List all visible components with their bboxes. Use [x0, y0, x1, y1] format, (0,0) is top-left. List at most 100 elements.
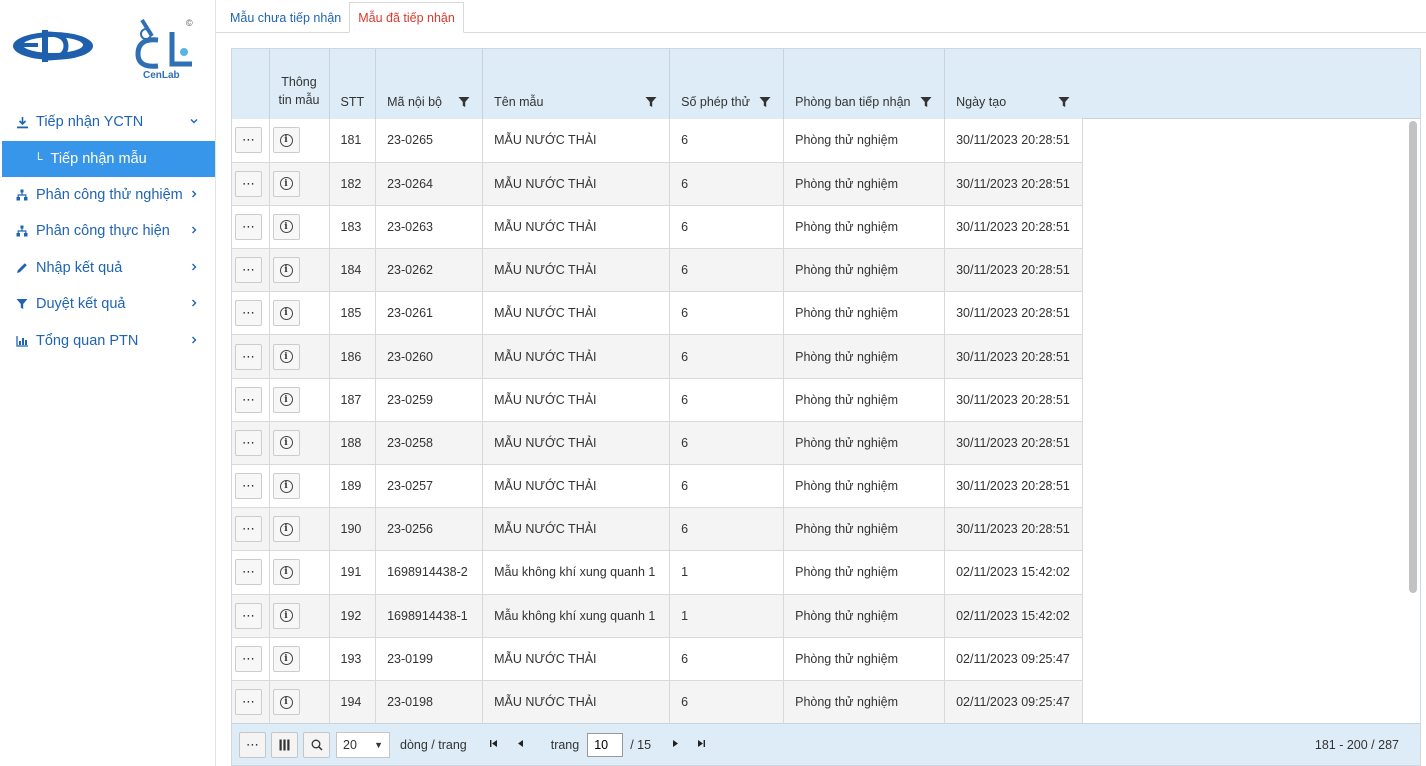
row-menu-button[interactable]: ⋯	[235, 689, 262, 716]
cell-date: 30/11/2023 20:28:51	[944, 378, 1084, 422]
prev-page-button[interactable]	[516, 739, 525, 751]
row-menu-button[interactable]: ⋯	[235, 257, 262, 284]
cell-tests: 6	[669, 119, 785, 163]
last-page-button[interactable]	[697, 739, 706, 751]
row-menu-button[interactable]: ⋯	[235, 645, 262, 672]
sample-grid: Thông tin mẫu STT Mã nội bộ Tên mẫu Số p…	[231, 48, 1421, 766]
filter-icon[interactable]	[759, 96, 771, 108]
sample-info-button[interactable]: i	[272, 689, 300, 716]
table-row[interactable]: ⋯ i 193 23-0199 MẪU NƯỚC THẢI 6 Phòng thử nghi…	[232, 637, 1084, 681]
filter-icon[interactable]	[645, 96, 657, 108]
row-menu-button[interactable]: ⋯	[235, 429, 262, 456]
row-menu-button[interactable]: ⋯	[235, 170, 262, 197]
sidebar-item-label: Nhập kết quả	[36, 259, 123, 276]
cell-code: 23-0259	[375, 378, 484, 422]
cell-code: 23-0260	[375, 334, 484, 379]
sample-info-button[interactable]: i	[272, 257, 300, 284]
sample-info-button[interactable]: i	[272, 602, 300, 629]
row-menu-button[interactable]: ⋯	[235, 127, 262, 154]
table-row[interactable]: ⋯ i 181 23-0265 MẪU NƯỚC THẢI 6 Phòng thử nghi…	[232, 119, 1084, 163]
table-row[interactable]: ⋯ i 182 23-0264 MẪU NƯỚC THẢI 6 Phòng thử nghi…	[232, 162, 1084, 206]
sample-info-button[interactable]: i	[272, 473, 300, 500]
info-icon: i	[279, 652, 293, 666]
pagination-bar: ⋯ 20 ▼ dòng / trang trang / 15	[232, 723, 1420, 765]
prev-page-icon	[517, 739, 523, 747]
table-row[interactable]: ⋯ i 192 1698914438-1 Mẫu không khí xung quan…	[232, 594, 1084, 638]
sidebar-item-tiep-nhan-mau[interactable]: └ Tiếp nhận mẫu	[2, 140, 215, 177]
table-row[interactable]: ⋯ i 190 23-0256 MẪU NƯỚC THẢI 6 Phòng thử nghi…	[232, 507, 1084, 552]
first-page-button[interactable]	[489, 739, 498, 751]
row-menu-button[interactable]: ⋯	[235, 386, 262, 413]
page-size-select[interactable]: 20 ▼	[336, 731, 390, 758]
tab-mau-da-tiep-nhan[interactable]: Mẫu đã tiếp nhận	[349, 2, 464, 33]
cell-date: 30/11/2023 20:28:51	[944, 464, 1084, 509]
table-row[interactable]: ⋯ i 189 23-0257 MẪU NƯỚC THẢI 6 Phòng thử nghi…	[232, 464, 1084, 509]
row-menu-button[interactable]: ⋯	[235, 602, 262, 629]
sidebar-item-nhap-ket-qua[interactable]: Nhập kết quả	[0, 250, 215, 287]
cell-tests: 6	[669, 162, 785, 206]
table-header-row: Thông tin mẫu STT Mã nội bộ Tên mẫu Số p…	[232, 49, 1084, 119]
header-filler	[1081, 49, 1420, 119]
row-info-cell: i	[269, 205, 330, 250]
table-row[interactable]: ⋯ i 191 1698914438-2 Mẫu không khí xung quan…	[232, 550, 1084, 595]
sample-info-button[interactable]: i	[272, 343, 300, 370]
sample-info-button[interactable]: i	[272, 386, 300, 413]
row-menu-button[interactable]: ⋯	[235, 473, 262, 500]
sample-info-button[interactable]: i	[272, 645, 300, 672]
cell-stt: 186	[329, 334, 377, 379]
table-row[interactable]: ⋯ i 194 23-0198 MẪU NƯỚC THẢI 6 Phòng thử nghi…	[232, 680, 1084, 725]
row-info-cell: i	[269, 594, 330, 638]
row-menu-button[interactable]: ⋯	[235, 343, 262, 370]
vertical-scrollbar[interactable]	[1409, 121, 1417, 593]
sample-info-button[interactable]: i	[272, 429, 300, 456]
sidebar-item-tiep-nhan-yctn[interactable]: Tiếp nhận YCTN	[0, 104, 215, 141]
sidebar-item-tong-quan-ptn[interactable]: Tổng quan PTN	[0, 323, 215, 360]
row-menu-button[interactable]: ⋯	[235, 213, 262, 240]
filter-icon[interactable]	[920, 96, 932, 108]
table-row[interactable]: ⋯ i 188 23-0258 MẪU NƯỚC THẢI 6 Phòng thử nghi…	[232, 421, 1084, 466]
branch-icon: └	[34, 151, 43, 166]
table-row[interactable]: ⋯ i 183 23-0263 MẪU NƯỚC THẢI 6 Phòng thử nghi…	[232, 205, 1084, 250]
cell-tests: 1	[669, 550, 785, 595]
row-actions-cell: ⋯	[232, 464, 270, 509]
sample-info-button[interactable]: i	[272, 127, 300, 154]
sidebar-item-phan-cong-thu-nghiem[interactable]: Phân công thử nghiệm	[0, 177, 215, 214]
search-button[interactable]	[303, 731, 330, 758]
columns-button[interactable]	[271, 731, 298, 758]
chevron-right-icon	[189, 224, 199, 238]
table-row[interactable]: ⋯ i 187 23-0259 MẪU NƯỚC THẢI 6 Phòng thử nghi…	[232, 378, 1084, 422]
tab-mau-chua-tiep-nhan[interactable]: Mẫu chưa tiếp nhận	[222, 3, 349, 32]
header-code: Mã nội bộ	[375, 49, 484, 119]
more-options-button[interactable]: ⋯	[239, 731, 266, 758]
header-label: Số phép thử	[681, 95, 750, 109]
row-menu-button[interactable]: ⋯	[235, 559, 262, 586]
sample-info-button[interactable]: i	[272, 170, 300, 197]
table-row[interactable]: ⋯ i 184 23-0262 MẪU NƯỚC THẢI 6 Phòng thử nghi…	[232, 248, 1084, 293]
info-icon: i	[279, 133, 293, 147]
sample-info-button[interactable]: i	[272, 213, 300, 240]
cell-stt: 188	[329, 421, 377, 466]
filter-icon[interactable]	[1058, 96, 1070, 108]
table-row[interactable]: ⋯ i 186 23-0260 MẪU NƯỚC THẢI 6 Phòng thử nghi…	[232, 334, 1084, 379]
sample-info-button[interactable]: i	[272, 559, 300, 586]
table-row[interactable]: ⋯ i 185 23-0261 MẪU NƯỚC THẢI 6 Phòng thử nghi…	[232, 291, 1084, 336]
page-number-input[interactable]	[587, 732, 624, 757]
sample-info-button[interactable]: i	[272, 300, 300, 327]
sample-info-button[interactable]: i	[272, 516, 300, 543]
row-menu-button[interactable]: ⋯	[235, 516, 262, 543]
cell-date: 30/11/2023 20:28:51	[944, 162, 1084, 206]
cell-dept: Phòng thử nghiệm	[783, 119, 946, 163]
chevron-right-icon	[189, 297, 199, 311]
filter-icon[interactable]	[458, 96, 470, 108]
info-icon: i	[279, 609, 293, 623]
sidebar-item-label: Tiếp nhận YCTN	[36, 114, 144, 131]
cell-code: 23-0199	[375, 637, 484, 681]
row-actions-cell: ⋯	[232, 162, 270, 206]
next-page-button[interactable]	[671, 739, 680, 751]
sidebar-item-phan-cong-thuc-hien[interactable]: Phân công thực hiện	[0, 213, 215, 250]
header-tests: Số phép thử	[669, 49, 785, 119]
cell-dept: Phòng thử nghiệm	[783, 162, 946, 206]
row-menu-button[interactable]: ⋯	[235, 300, 262, 327]
cell-tests: 6	[669, 334, 785, 379]
sidebar-item-duyet-ket-qua[interactable]: Duyệt kết quả	[0, 286, 215, 323]
